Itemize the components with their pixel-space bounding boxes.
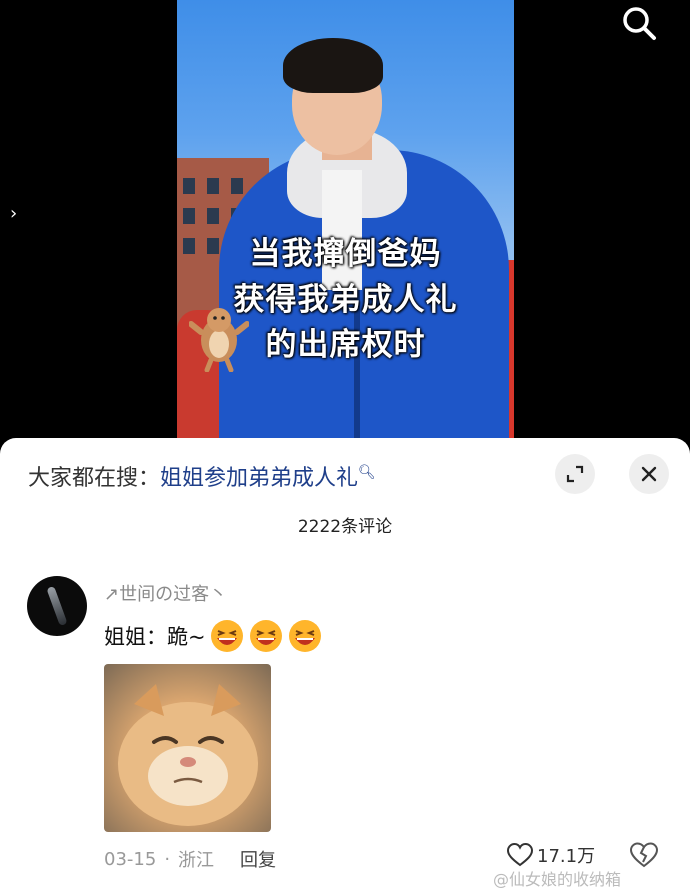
search-icon: 🔍︎ <box>358 464 376 481</box>
broken-heart-icon <box>629 842 659 868</box>
comment-meta: 03-15 · 浙江 回复 <box>104 846 276 872</box>
comment-body: 姐姐：跪~ <box>104 618 323 654</box>
laughing-emoji-icon <box>210 620 243 652</box>
reply-button[interactable]: 回复 <box>240 846 276 872</box>
like-button[interactable]: 17.1万 <box>507 842 595 868</box>
laughing-emoji-icon <box>288 620 321 652</box>
suggested-search[interactable]: 大家都在搜：姐姐参加弟弟成人礼🔍︎ <box>28 460 376 492</box>
video-caption-line: 获得我弟成人礼 <box>233 282 458 318</box>
laughing-emoji-icon <box>249 620 282 652</box>
expand-button[interactable] <box>555 454 595 494</box>
comment-count: 2222条评论 <box>297 517 393 537</box>
video-frame: 当我撺倒爸妈 获得我弟成人礼 的出席权时 <box>177 0 514 445</box>
comment-image[interactable] <box>104 664 271 832</box>
person-hair <box>283 38 383 93</box>
video-caption-line: 当我撺倒爸妈 <box>249 236 442 272</box>
video-player[interactable]: 当我撺倒爸妈 获得我弟成人礼 的出席权时 › <box>0 0 690 460</box>
comment-date: 03-15 <box>104 848 157 870</box>
dislike-button[interactable] <box>629 842 659 872</box>
suggested-search-query[interactable]: 姐姐参加弟弟成人礼 <box>160 466 358 491</box>
expand-icon <box>566 465 584 483</box>
suggested-search-label: 大家都在搜： <box>28 466 161 491</box>
heart-icon <box>507 843 533 867</box>
close-button[interactable] <box>629 454 669 494</box>
watermark: @仙女娘的收纳箱 <box>493 870 622 889</box>
app-screen: 当我撺倒爸妈 获得我弟成人礼 的出席权时 › 大家都在搜：姐姐参加弟弟成人礼🔍︎ <box>0 0 690 893</box>
video-caption-line: 的出席权时 <box>265 327 426 363</box>
comment-panel: 大家都在搜：姐姐参加弟弟成人礼🔍︎ 2222条评论 ↗世间の过客丶 姐姐：跪~ <box>0 438 690 893</box>
search-icon[interactable] <box>620 4 660 44</box>
comment-text: 姐姐：跪~ <box>104 625 206 649</box>
comment-username[interactable]: ↗世间の过客丶 <box>104 580 227 606</box>
avatar[interactable] <box>27 576 87 636</box>
chevron-right-icon[interactable]: › <box>10 203 17 224</box>
like-count: 17.1万 <box>537 846 596 867</box>
close-icon <box>641 466 657 482</box>
comment-location: 浙江 <box>178 850 215 871</box>
